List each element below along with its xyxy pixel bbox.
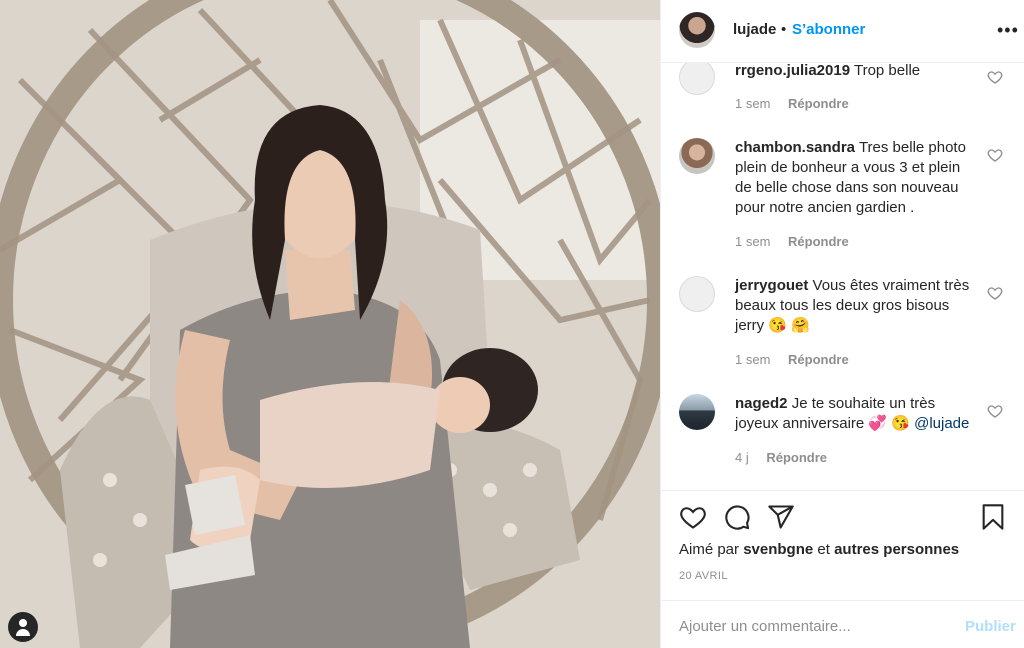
post-header: lujade • S’abonner ••• [661,0,1024,63]
photo-illustration [0,0,660,648]
comment-like-icon[interactable] [987,69,1003,85]
comment-like-icon[interactable] [987,147,1003,163]
comment-time[interactable]: 1 sem [735,234,770,249]
comment-text-block: naged2 Je te souhaite un très joyeux ann… [735,394,975,434]
likes-joiner: et [817,541,830,558]
likes-prefix: Aimé par [679,541,740,558]
comment-icon[interactable] [723,503,751,531]
post-side-panel: lujade • S’abonner ••• rrgeno.julia2019 … [660,0,1024,648]
comment-meta: 1 sem Répondre [735,234,849,249]
comment-time[interactable]: 4 j [735,450,749,465]
comments-list[interactable]: rrgeno.julia2019 Trop belle 1 sem Répond… [661,63,1024,490]
reply-button[interactable]: Répondre [766,450,827,465]
likes-user[interactable]: svenbgne [743,541,813,558]
post-date[interactable]: 20 AVRIL [679,570,728,582]
reply-button[interactable]: Répondre [788,234,849,249]
comment-meta: 1 sem Répondre [735,96,849,111]
commenter-avatar[interactable] [679,276,715,312]
comment-mention[interactable]: @lujade [914,415,969,432]
header-separator: • [781,21,787,38]
author-avatar[interactable] [679,12,715,48]
commenter-avatar[interactable] [679,63,715,95]
likes-summary: Aimé par svenbgne et autres personnes [679,541,959,558]
likes-others-link[interactable]: autres personnes [834,541,959,558]
commenter-avatar[interactable] [679,138,715,174]
comment-text-block: rrgeno.julia2019 Trop belle [735,63,975,81]
post-photo[interactable] [0,0,660,648]
heart-icon[interactable] [679,503,707,531]
comment-composer: Publier [661,600,1024,648]
comment-like-icon[interactable] [987,285,1003,301]
commenter-avatar[interactable] [679,394,715,430]
commenter-username[interactable]: jerrygouet [735,277,808,294]
commenter-username[interactable]: chambon.sandra [735,139,855,156]
share-icon[interactable] [767,503,795,531]
reply-button[interactable]: Répondre [788,96,849,111]
bookmark-icon[interactable] [979,503,1007,531]
comment-text-block: chambon.sandra Tres belle photo plein de… [735,138,975,218]
post-actions: Aimé par svenbgne et autres personnes 20… [661,490,1024,600]
author-username[interactable]: lujade [733,21,776,38]
user-tag-icon[interactable] [8,612,38,642]
comment-like-icon[interactable] [987,403,1003,419]
comment-input[interactable] [677,611,951,641]
comment-time[interactable]: 1 sem [735,352,770,367]
commenter-username[interactable]: rrgeno.julia2019 [735,63,850,79]
comment-meta: 1 sem Répondre [735,352,849,367]
follow-button[interactable]: S’abonner [792,21,865,38]
comment-meta: 4 j Répondre [735,450,827,465]
publish-button[interactable]: Publier [965,618,1016,635]
commenter-username[interactable]: naged2 [735,395,788,412]
more-options-icon[interactable]: ••• [997,20,1019,41]
comment-body: Trop belle [853,63,921,79]
comment-time[interactable]: 1 sem [735,96,770,111]
comment-text-block: jerrygouet Vous êtes vraiment très beaux… [735,276,975,336]
reply-button[interactable]: Répondre [788,352,849,367]
